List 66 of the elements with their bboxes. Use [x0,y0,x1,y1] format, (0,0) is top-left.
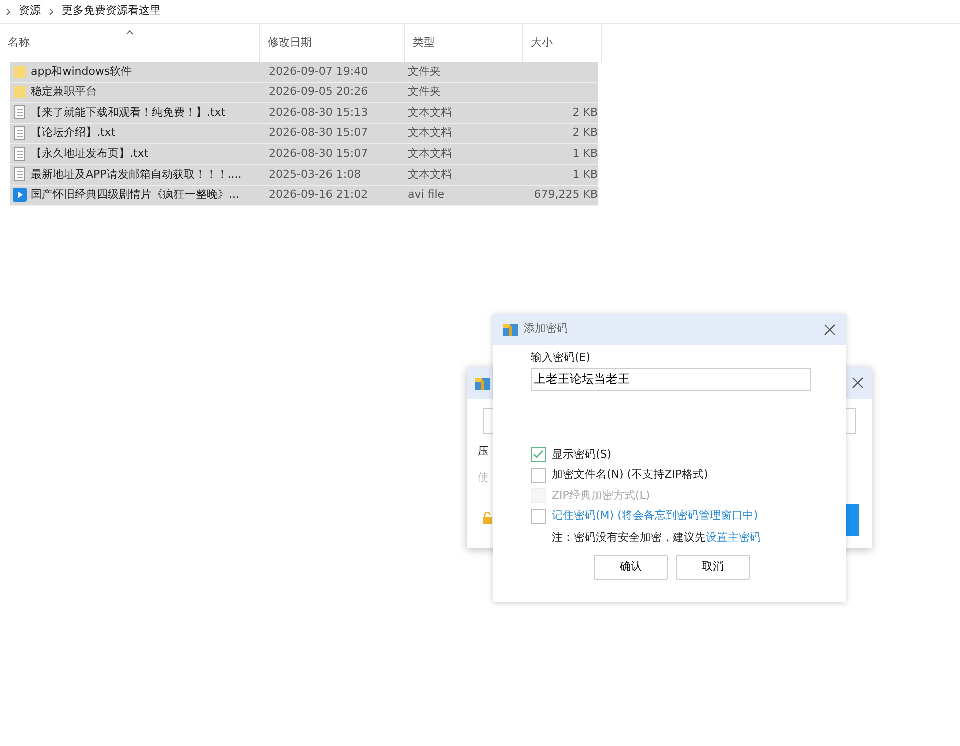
file-size: 2 KB [572,126,598,140]
close-button[interactable] [852,377,864,389]
option-label: 显示密码(S) [552,446,612,462]
file-type: 文本文档 [408,168,452,181]
folder-icon [13,85,27,100]
action-button[interactable] [846,504,859,536]
file-name: 最新地址及APP请发邮箱自动获取！！！.... [31,166,242,183]
file-date: 2026-08-30 15:07 [269,146,368,160]
file-name: 稳定兼职平台 [31,84,97,100]
dialog-button[interactable]: 取消 [676,555,750,580]
file-type: 文件夹 [408,64,441,78]
file-row[interactable]: 稳定兼职平台 2026-09-05 20:26 文件夹 [10,82,598,104]
field-label: 输入密码(E) [531,350,592,366]
option-link[interactable]: 记住密码(M) (将会备忘到密码管理窗口中) [552,508,758,524]
file-row[interactable]: 国产怀旧经典四级剧情片《疯狂一整晚》... 2026-09-16 21:02 avi file 679,225 KB [10,186,598,206]
file-row[interactable]: 【来了就能下载和观看！纯免费！】.txt 2026-08-30 15:13 文本文档 2 KB [10,103,598,124]
note-text: 注：密码没有安全加密，建议先 [552,530,706,544]
field-label: 压 [478,444,490,460]
document-icon [13,146,27,162]
file-size: 2 KB [572,106,598,119]
checkbox[interactable] [531,468,546,483]
password-field[interactable]: 上老王论坛当老王 [531,368,811,390]
link[interactable]: 设置主密码 [706,530,761,544]
file-type: 文本文档 [408,106,452,119]
document-icon [13,167,27,182]
file-type: 文本文档 [408,146,452,160]
file-type: 文本文档 [408,126,452,140]
folder-icon [13,64,27,79]
hint-text: 使 [478,470,490,486]
file-name: 国产怀旧经典四级剧情片《疯狂一整晚》... [31,187,240,204]
file-size: 679,225 KB [534,188,598,202]
file-size: 1 KB [572,146,598,160]
file-date: 2026-08-30 15:07 [269,126,368,140]
document-icon [13,105,27,120]
file-row[interactable]: 最新地址及APP请发邮箱自动获取！！！.... 2025-03-26 1:08 文本文档 1 KB [10,164,598,186]
file-row[interactable]: 【永久地址发布页】.txt 2026-08-30 15:07 文本文档 1 KB [10,144,598,165]
checkbox[interactable] [531,447,546,462]
dialog-button[interactable]: 确认 [594,555,668,580]
file-type: 文件夹 [408,85,441,98]
breadcrumb-item[interactable]: 资源 [19,3,41,20]
checkbox[interactable] [531,508,546,524]
file-name: 【来了就能下载和观看！纯免费！】.txt [31,104,226,121]
option-label: ZIP经典加密方式(L) [552,488,650,504]
option-label: 加密文件名(N) (不支持ZIP格式) [552,467,708,483]
file-name: app和windows软件 [31,64,132,80]
file-name: 【论坛介绍】.txt [31,125,116,142]
file-type: avi file [408,188,445,202]
dialog-title: 添加密码 [524,321,569,338]
file-row[interactable]: 【论坛介绍】.txt 2026-08-30 15:07 文本文档 2 KB [10,124,598,144]
breadcrumb-item[interactable]: 更多免费资源看这里 [62,3,161,20]
file-date: 2026-09-05 20:26 [269,85,368,98]
archive-icon [475,376,490,390]
file-date: 2026-08-30 15:13 [269,106,368,119]
play-icon [13,188,27,202]
close-button[interactable] [824,324,836,336]
lock-icon [483,512,492,524]
archive-icon [503,323,518,336]
file-row[interactable]: app和windows软件 2026-09-07 19:40 文件夹 [10,62,598,83]
file-size: 1 KB [572,168,598,181]
document-icon [13,126,27,142]
chevron-icon [49,8,54,16]
file-date: 2026-09-16 21:02 [269,188,368,202]
file-name: 【永久地址发布页】.txt [31,146,149,162]
chevron-icon [6,8,11,16]
file-date: 2026-09-07 19:40 [269,64,368,78]
file-date: 2025-03-26 1:08 [269,168,362,181]
